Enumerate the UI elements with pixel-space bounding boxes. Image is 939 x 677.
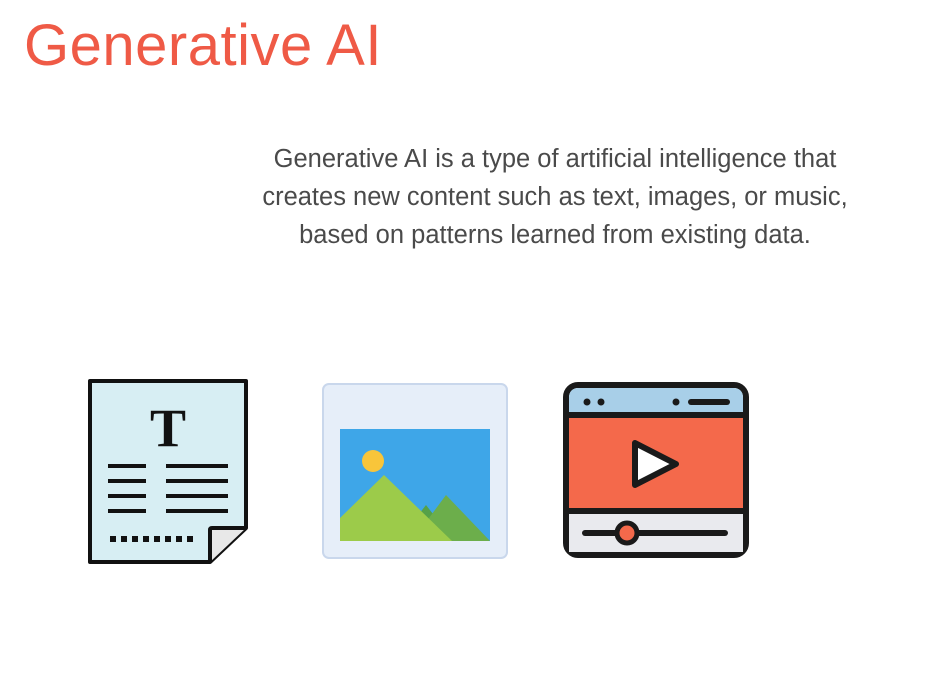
slide-title: Generative AI [24,13,382,78]
description-line: Generative AI is a type of artificial in… [273,145,837,173]
video-player-icon [563,382,749,558]
description-line: based on patterns learned from existing … [299,221,811,249]
document-letter-glyph: T [150,398,186,458]
slide-description: Generative AI is a type of artificial in… [200,140,910,254]
description-line: creates new content such as text, images… [262,183,848,211]
text-document-icon: T [86,378,252,566]
image-landscape-icon [322,383,508,559]
